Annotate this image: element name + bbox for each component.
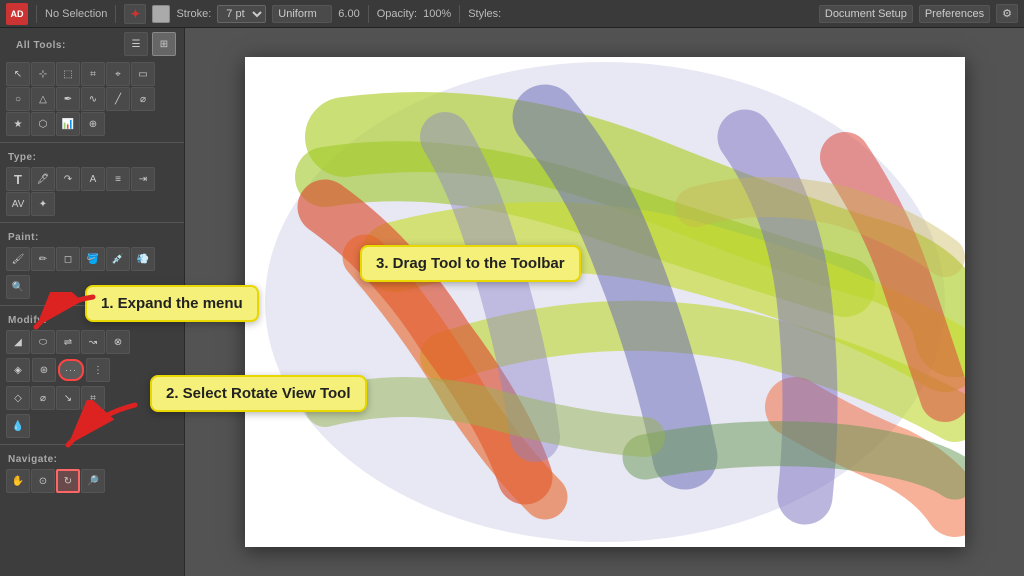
triangle-tool[interactable]: △ <box>31 87 55 111</box>
text-tool[interactable]: T <box>6 167 30 191</box>
eraser-tool[interactable]: ◻ <box>56 247 80 271</box>
spiral-tool[interactable]: ⌀ <box>131 87 155 111</box>
sample-tool[interactable]: ⌖ <box>106 62 130 86</box>
smudge-tool[interactable]: ↝ <box>81 330 105 354</box>
stroke-width-value: 6.00 <box>338 8 359 20</box>
annotation-bubble-3: 3. Drag Tool to the Toolbar <box>360 245 581 282</box>
zoom-tool[interactable]: 🔍 <box>6 275 30 299</box>
toolbar-right: Document Setup Preferences ⚙ <box>819 4 1018 23</box>
toolbar-sep-1 <box>36 5 37 23</box>
top-toolbar: AD No Selection ✦ Stroke: 7 pt Uniform 6… <box>0 0 1024 28</box>
canvas-artwork <box>245 57 965 547</box>
annotation-bubble-2: 2. Select Rotate View Tool <box>150 375 367 412</box>
ellipse-tool[interactable]: ○ <box>6 87 30 111</box>
type-tools-grid: T 🖋 ↷ A ≡ ⇥ AV ✦ <box>0 165 184 218</box>
text-align-tool[interactable]: ≡ <box>106 167 130 191</box>
chart-tool[interactable]: 📊 <box>56 112 80 136</box>
stroke-indicator[interactable]: ✦ <box>124 4 146 24</box>
modify-label: Modify: <box>0 311 55 328</box>
document-setup-button[interactable]: Document Setup <box>819 5 913 23</box>
type-label: Type: <box>0 148 44 165</box>
eyedrop-tool[interactable]: 💉 <box>106 247 130 271</box>
divider-2 <box>0 222 184 223</box>
contour-tool[interactable]: ⬭ <box>31 330 55 354</box>
text-spacing-tool[interactable]: ⇥ <box>131 167 155 191</box>
pencil-tool[interactable]: ✏ <box>31 247 55 271</box>
hand-tool[interactable]: ✋ <box>6 469 30 493</box>
shape-tool-4[interactable]: ⌗ <box>81 386 105 410</box>
crop-tool[interactable]: ⌗ <box>81 62 105 86</box>
modify-tools-grid: ◢ ⬭ ⇌ ↝ ⊗ <box>0 328 184 356</box>
color-picker-tool[interactable]: 💧 <box>6 414 30 438</box>
main-canvas-area <box>185 28 1024 576</box>
paint-label: Paint: <box>0 228 47 245</box>
stroke-style-select[interactable]: Uniform <box>272 5 332 23</box>
all-tools-label: All Tools: <box>8 36 74 53</box>
poly-tool[interactable]: ⬡ <box>31 112 55 136</box>
single-tool-row: 💧 <box>0 412 184 440</box>
expand-menu-button[interactable]: ··· <box>58 359 84 381</box>
divider-4 <box>0 444 184 445</box>
modify-tool-3[interactable]: ⋮ <box>86 358 110 382</box>
no-selection-label: No Selection <box>45 8 107 20</box>
toolbar-sep-3 <box>368 5 369 23</box>
shape-tool-2[interactable]: ⌀ <box>31 386 55 410</box>
toolbar-sep-2 <box>115 5 116 23</box>
stroke-color-box[interactable] <box>152 5 170 23</box>
preferences-button[interactable]: Preferences <box>919 5 990 23</box>
line-tool[interactable]: ╱ <box>106 87 130 111</box>
app-logo: AD <box>6 3 28 25</box>
star-tool[interactable]: ★ <box>6 112 30 136</box>
text-style-tool[interactable]: A <box>81 167 105 191</box>
stroke-label: Stroke: <box>176 8 211 20</box>
shape-tool-3[interactable]: ↘ <box>56 386 80 410</box>
frame-text-tool[interactable]: 🖋 <box>31 167 55 191</box>
spray-tool[interactable]: 💨 <box>131 247 155 271</box>
move-tool[interactable]: ↖ <box>6 62 30 86</box>
symbol-tool[interactable]: ⊕ <box>81 112 105 136</box>
paint-tools-grid: 🖌 ✏ ◻ 🪣 💉 💨 <box>0 245 184 273</box>
zoom-fit-tool[interactable]: 🔎 <box>81 469 105 493</box>
corner-tool[interactable]: ◢ <box>6 330 30 354</box>
blend-tool[interactable]: ⇌ <box>56 330 80 354</box>
navigate-label: Navigate: <box>0 450 66 467</box>
path-text-tool[interactable]: ↷ <box>56 167 80 191</box>
grid-view-button[interactable]: ⊞ <box>152 32 176 56</box>
node-tool[interactable]: ⊹ <box>31 62 55 86</box>
rotate-view-tool highlighted[interactable]: ↻ <box>56 469 80 493</box>
rect-tool[interactable]: ▭ <box>131 62 155 86</box>
pan-tool[interactable]: ⊙ <box>31 469 55 493</box>
opacity-label: Opacity: <box>377 8 417 20</box>
toolbar-extra-button[interactable]: ⚙ <box>996 4 1018 23</box>
styles-label: Styles: <box>468 8 501 20</box>
opacity-value: 100% <box>423 8 451 20</box>
brush-tool[interactable]: 🖌 <box>6 247 30 271</box>
list-view-button[interactable]: ☰ <box>124 32 148 56</box>
pen-tool[interactable]: ✒ <box>56 87 80 111</box>
stroke-width-select[interactable]: 7 pt <box>217 5 266 23</box>
bezier-tool[interactable]: ∿ <box>81 87 105 111</box>
divider-1 <box>0 142 184 143</box>
navigate-tools-grid: ✋ ⊙ ↻ 🔎 <box>0 467 184 495</box>
toolbar-sep-4 <box>459 5 460 23</box>
annotation-bubble-1: 1. Expand the menu <box>85 285 259 322</box>
modify-tool-2[interactable]: ⊛ <box>32 358 56 382</box>
canvas-container <box>245 57 965 547</box>
modify-tool-1[interactable]: ◈ <box>6 358 30 382</box>
shape-tool-1[interactable]: ◇ <box>6 386 30 410</box>
clone-tool[interactable]: ⊗ <box>106 330 130 354</box>
text-sub-tool[interactable]: ✦ <box>31 192 55 216</box>
tools-grid-1: ↖ ⊹ ⬚ ⌗ ⌖ ▭ ○ △ ✒ ∿ ╱ ⌀ ★ ⬡ 📊 ⊕ <box>0 60 184 138</box>
text-kern-tool[interactable]: AV <box>6 192 30 216</box>
transform-tool[interactable]: ⬚ <box>56 62 80 86</box>
fill-tool[interactable]: 🪣 <box>81 247 105 271</box>
